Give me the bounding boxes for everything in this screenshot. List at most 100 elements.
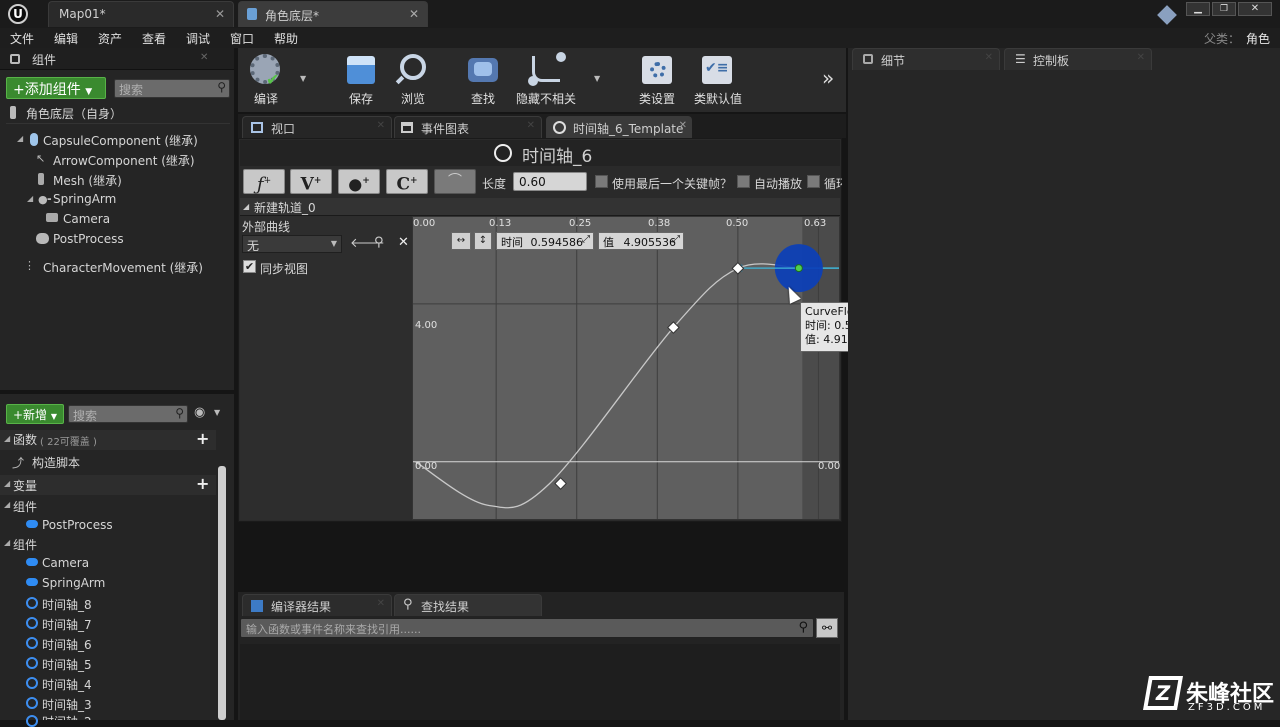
add-curve-asset-button[interactable]: ⌒ [434,169,476,194]
key-value-field[interactable]: 值 4.905536 ⤢ [598,232,684,250]
hide-unrelated-button[interactable]: 隐藏不相关 [514,52,578,108]
minimize-button[interactable]: ▁ [1186,2,1210,16]
variable-timeline-7[interactable]: 时间轴_7 [42,616,92,633]
close-icon[interactable]: ✕ [215,7,225,21]
track-name[interactable]: 新建轨道_0 [254,199,316,216]
add-new-button[interactable]: +新增 ▼ [6,404,64,424]
menu-file[interactable]: 文件 [10,30,34,47]
add-component-button[interactable]: +添加组件 ▼ [6,77,106,99]
tab-event-graph[interactable]: 事件图表 ✕ [394,116,542,138]
find-references-input[interactable]: 输入函数或事件名称来查找引用...... ⚲ [240,618,814,638]
close-icon[interactable]: ✕ [679,120,687,131]
add-float-track-button[interactable]: ƒ+ [243,169,285,195]
expanded-arrow-icon[interactable]: ◢ [17,134,23,143]
tab-character-base[interactable]: 角色底层* ✕ [238,1,428,27]
close-icon[interactable]: ✕ [527,120,535,131]
curve-graph[interactable] [412,216,840,520]
track-header[interactable] [240,198,840,216]
tree-item-arrow[interactable]: ArrowComponent (继承) [53,152,195,169]
class-defaults-button[interactable]: ✔≡ 类默认值 [690,52,746,108]
chevron-down-icon[interactable]: ▼ [214,408,220,417]
tab-find-results[interactable]: ⚲ 查找结果 [394,594,542,616]
tab-map01[interactable]: Map01* ✕ [48,1,234,27]
menu-assets[interactable]: 资产 [98,30,122,47]
variable-pill-icon [26,520,38,528]
key-time-field[interactable]: 时间 0.594586 ⤢ [496,232,594,250]
add-vector-track-button[interactable]: V+ [290,169,332,195]
add-variable-icon[interactable]: + [196,474,209,493]
variable-timeline-4[interactable]: 时间轴_4 [42,676,92,693]
tree-item-postprocess[interactable]: PostProcess [53,232,124,246]
tree-item-capsule[interactable]: CapsuleComponent (继承) [43,132,198,149]
components-title: 组件 [32,53,57,67]
tab-viewport[interactable]: 视口 ✕ [242,116,392,138]
binoculars-button[interactable]: ⚯ [816,618,838,638]
tree-item-springarm[interactable]: SpringArm [53,192,116,206]
add-function-icon[interactable]: + [196,429,209,448]
close-window-button[interactable]: ✕ [1238,2,1272,16]
add-event-track-button[interactable]: ●+ [338,169,380,194]
tab-palette[interactable]: ☰ 控制板 ✕ [1004,48,1152,70]
menu-edit[interactable]: 编辑 [54,30,78,47]
add-color-track-button[interactable]: C+ [386,169,428,195]
expanded-arrow-icon[interactable]: ◢ [4,434,10,443]
curve-svg[interactable] [413,217,840,520]
toolbar-overflow-icon[interactable]: » [822,66,834,90]
save-button[interactable]: 保存 [338,52,384,108]
variable-camera[interactable]: Camera [42,556,89,570]
browse-asset-icon[interactable]: ⚲ [374,235,384,250]
variable-timeline-5[interactable]: 时间轴_5 [42,656,92,673]
autoplay-checkbox[interactable] [737,175,750,188]
tab-timeline-template[interactable]: 时间轴_6_Template ✕ [546,116,692,138]
sync-view-checkbox[interactable]: ✔ [243,260,256,273]
expanded-arrow-icon[interactable]: ◢ [4,538,10,547]
chevron-down-icon[interactable]: ▼ [594,74,600,83]
maximize-button[interactable]: ❐ [1212,2,1236,16]
menu-debug[interactable]: 调试 [186,30,210,47]
eye-icon[interactable]: ◉ [194,405,205,420]
expanded-arrow-icon[interactable]: ◢ [27,194,33,203]
variable-postprocess[interactable]: PostProcess [42,518,113,532]
close-icon[interactable]: ✕ [1137,52,1145,63]
component-root[interactable]: 角色底层（自身） [26,105,122,122]
close-icon[interactable]: ✕ [377,598,385,609]
fit-vertical-button[interactable]: ↕ [474,232,492,250]
chevron-down-icon[interactable]: ▼ [300,74,306,83]
variable-timeline-6[interactable]: 时间轴_6 [42,636,92,653]
tree-item-movement[interactable]: CharacterMovement (继承) [43,259,203,276]
construction-script-item[interactable]: 构造脚本 [32,454,80,471]
expanded-arrow-icon[interactable]: ◢ [243,202,249,211]
variable-timeline-3[interactable]: 时间轴_3 [42,696,92,713]
find-button[interactable]: 查找 [460,52,506,108]
close-icon[interactable]: ✕ [985,52,993,63]
class-settings-button[interactable]: 类设置 [634,52,680,108]
menu-help[interactable]: 帮助 [274,30,298,47]
loop-checkbox[interactable] [807,175,820,188]
variable-timeline-8[interactable]: 时间轴_8 [42,596,92,613]
parent-class-value[interactable]: 角色 [1246,30,1270,47]
variable-springarm[interactable]: SpringArm [42,576,105,590]
close-icon[interactable]: ✕ [409,7,419,21]
menu-view[interactable]: 查看 [142,30,166,47]
browse-button[interactable]: 浏览 [390,52,436,108]
expanded-arrow-icon[interactable]: ◢ [4,500,10,509]
expanded-arrow-icon[interactable]: ◢ [4,479,10,488]
close-icon[interactable]: ✕ [377,120,385,131]
external-curve-select[interactable]: 无 ▼ [242,235,342,253]
variable-timeline-2[interactable]: 时间轴_2 [42,713,92,720]
blueprint-search-input[interactable]: 搜索 ⚲ [68,405,188,423]
length-input[interactable]: 0.60 [513,172,587,191]
clear-icon[interactable]: ✕ [398,235,409,250]
vertical-scrollbar[interactable] [218,466,226,720]
compile-button[interactable]: ✔ 编译 [244,52,288,108]
tab-compiler-results[interactable]: 编译器结果 ✕ [242,594,392,616]
tree-item-camera[interactable]: Camera [63,212,110,226]
close-icon[interactable]: ✕ [200,52,208,63]
menu-window[interactable]: 窗口 [230,30,254,47]
tab-details[interactable]: 细节 ✕ [852,48,1000,70]
fit-horizontal-button[interactable]: ↔ [451,232,471,250]
use-last-keyframe-checkbox[interactable] [595,175,608,188]
add-component-label: +添加组件 [13,82,81,98]
component-search-input[interactable]: 搜索 ⚲ [114,79,230,98]
tree-item-mesh[interactable]: Mesh (继承) [53,172,122,189]
